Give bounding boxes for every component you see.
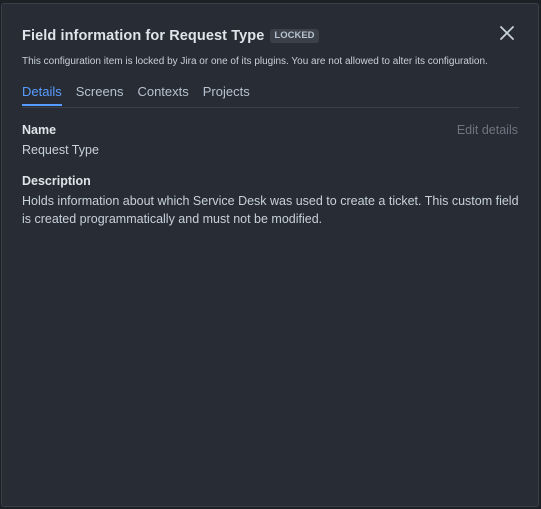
locked-description: This configuration item is locked by Jir…: [22, 56, 488, 67]
tab-projects[interactable]: Projects: [203, 82, 250, 106]
dialog-header: Field information for Request Type LOCKE…: [22, 28, 319, 44]
field-info-dialog: Field information for Request Type LOCKE…: [1, 3, 539, 507]
tab-contexts[interactable]: Contexts: [137, 82, 188, 106]
name-label: Name: [22, 123, 57, 137]
close-icon: [500, 26, 514, 40]
close-button[interactable]: [498, 24, 516, 42]
description-label: Description: [22, 174, 91, 188]
description-value: Holds information about which Service De…: [22, 194, 519, 226]
tab-details[interactable]: Details: [22, 82, 62, 106]
dialog-title: Field information for Request Type: [22, 28, 265, 44]
tab-list: Details Screens Contexts Projects: [22, 82, 519, 108]
locked-badge: LOCKED: [270, 29, 319, 43]
name-value: Request Type: [22, 143, 99, 157]
edit-details-link[interactable]: Edit details: [457, 123, 518, 137]
tab-screens[interactable]: Screens: [76, 82, 124, 106]
